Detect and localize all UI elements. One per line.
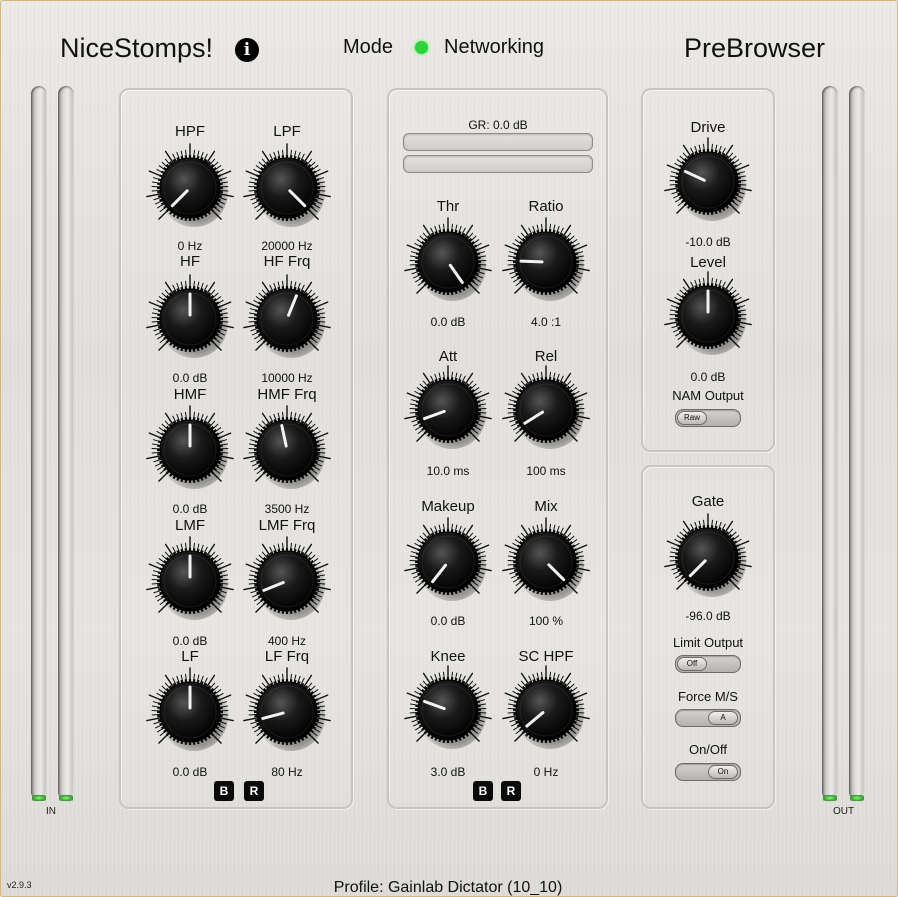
knob-label: Gate [691,493,725,510]
prebrowser-button[interactable]: PreBrowser [684,33,825,64]
force-ms-toggle-thumb: A [708,711,738,725]
release-knob[interactable] [500,364,592,456]
output-meter-led-left [823,795,837,801]
threshold-knob[interactable] [402,216,494,308]
gate-knob[interactable] [662,512,754,604]
gain-reduction-meter-left [403,133,593,151]
knob-value: -96.0 dB [685,609,731,623]
knob-label: Ratio [528,198,564,215]
knob-label: Mix [534,498,558,515]
info-icon[interactable]: i [235,38,259,62]
knee-knob[interactable] [402,664,494,756]
force-ms-label: Force M/S [678,689,738,704]
brand-title: NiceStomps! [60,33,214,63]
input-meter-led-left [32,795,46,801]
gain-reduction-meter-right [403,155,593,173]
input-meter-left [31,86,47,800]
knob-label: Level [690,254,726,271]
hpf-knob[interactable] [144,142,236,234]
knob-value: 400 Hz [267,634,307,648]
comp-bypass-button[interactable]: B [473,781,493,801]
input-meter-led-right [59,795,73,801]
input-meter-right [58,86,74,800]
knob-value: 10000 Hz [261,371,313,385]
output-meter-led-right [850,795,864,801]
knob-value: 100 % [528,614,564,628]
limit-output-toggle[interactable]: Off [675,655,741,673]
knob-value: 20000 Hz [261,239,313,253]
profile-label[interactable]: Profile: Gainlab Dictator (10_10) [248,879,648,897]
knob-label: LF Frq [264,648,310,665]
lmf-gain-knob[interactable] [144,535,236,627]
hmf-freq-knob[interactable] [241,404,333,496]
knob-label: SC HPF [518,648,574,665]
mode-status-led [415,41,428,54]
output-meter-left [822,86,838,800]
makeup-knob[interactable] [402,516,494,608]
sc-hpf-knob[interactable] [500,664,592,756]
limit-output-label: Limit Output [672,635,744,650]
hf-freq-knob[interactable] [241,273,333,365]
drive-knob[interactable] [662,136,754,228]
level-knob[interactable] [662,270,754,362]
eq-bypass-button[interactable]: B [214,781,234,801]
lf-freq-knob[interactable] [241,666,333,758]
onoff-toggle-thumb: On [708,765,738,779]
knob-label: HF Frq [263,253,311,270]
knob-value: 4.0 :1 [530,315,562,329]
networking-label[interactable]: Networking [444,36,544,59]
knob-label: Drive [690,119,726,136]
output-meter-right [849,86,865,800]
comp-reset-button[interactable]: R [501,781,521,801]
ratio-knob[interactable] [500,216,592,308]
input-meter-label: IN [46,806,56,817]
mix-knob[interactable] [500,516,592,608]
mode-label[interactable]: Mode [343,36,393,59]
onoff-label: On/Off [688,742,728,757]
hf-gain-knob[interactable] [144,273,236,365]
knob-value: 3500 Hz [264,502,310,516]
force-ms-toggle[interactable]: A [675,709,741,727]
eq-reset-button[interactable]: R [244,781,264,801]
knob-value: 0.0 dB [690,370,726,384]
lf-gain-knob[interactable] [144,666,236,758]
knob-label: Rel [534,348,558,365]
nam-output-toggle[interactable]: Raw [675,409,741,427]
output-meter-label: OUT [833,806,855,817]
gain-reduction-label: GR: 0.0 dB [468,118,528,132]
lpf-knob[interactable] [241,142,333,234]
knob-label: LMF Frq [258,517,316,534]
limit-output-toggle-thumb: Off [677,657,707,671]
onoff-toggle[interactable]: On [675,763,741,781]
knob-value: -10.0 dB [685,235,731,249]
attack-knob[interactable] [402,364,494,456]
nam-output-toggle-thumb: Raw [677,411,707,425]
lmf-freq-knob[interactable] [241,535,333,627]
knob-label: LPF [273,123,301,140]
hmf-gain-knob[interactable] [144,404,236,496]
knob-value: 80 Hz [271,765,303,779]
nam-output-label: NAM Output [672,388,744,403]
knob-label: HMF Frq [257,386,317,403]
knob-value: 0 Hz [533,765,559,779]
version-label: v2.9.3 [7,880,32,890]
knob-value: 100 ms [526,464,566,478]
